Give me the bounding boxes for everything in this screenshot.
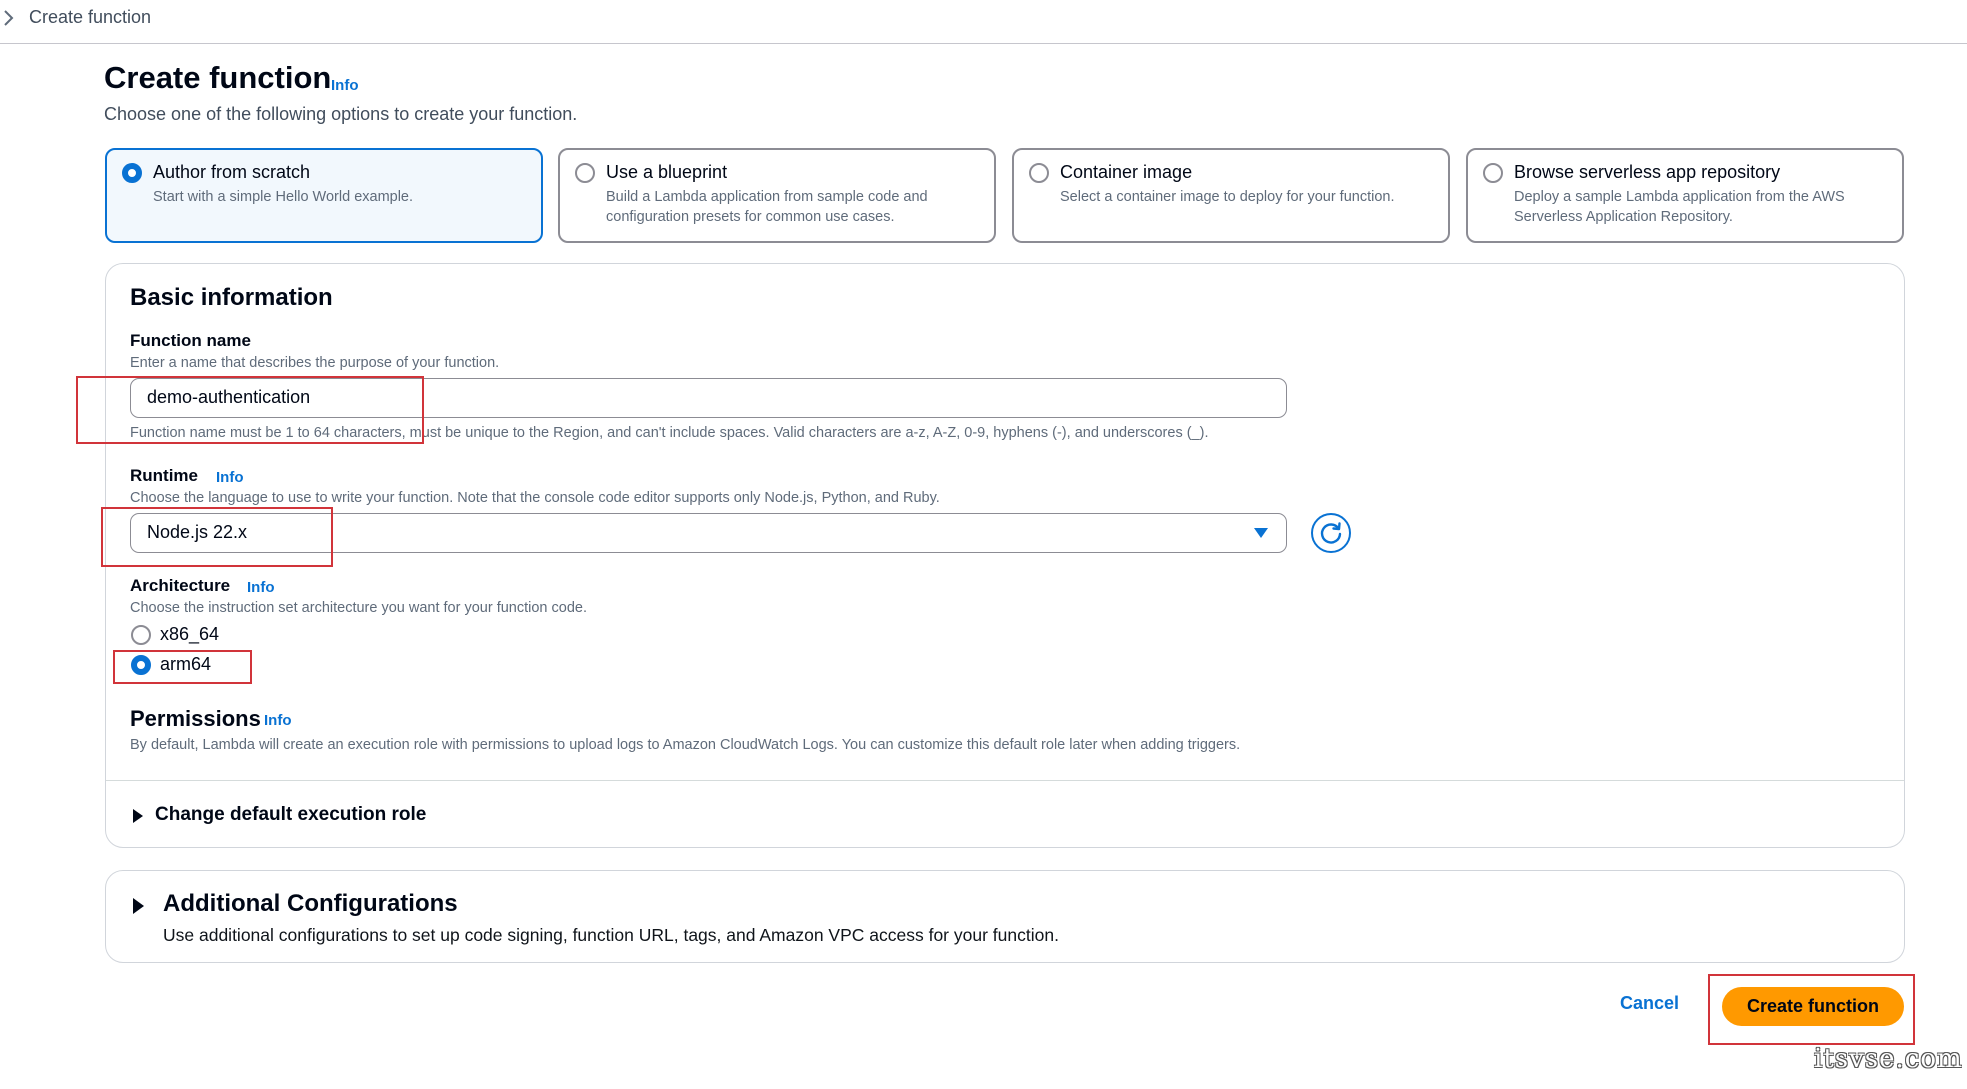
additional-configurations-description: Use additional configurations to set up …	[163, 925, 1059, 945]
architecture-description: Choose the instruction set architecture …	[130, 600, 587, 616]
caret-down-icon	[1254, 528, 1268, 538]
option-description: Select a container image to deploy for y…	[1060, 189, 1395, 205]
function-name-description: Enter a name that describes the purpose …	[130, 355, 500, 371]
divider	[106, 780, 1904, 781]
function-name-label: Function name	[130, 331, 251, 350]
option-use-blueprint[interactable]: Use a blueprint Build a Lambda applicati…	[558, 148, 996, 243]
additional-configurations-title: Additional Configurations	[163, 890, 458, 917]
breadcrumb-current: Create function	[29, 7, 152, 27]
annotation-box-runtime	[101, 507, 333, 567]
option-radio[interactable]	[575, 163, 595, 183]
runtime-label: Runtime	[130, 466, 198, 485]
page-title: Create function	[104, 60, 332, 95]
refresh-runtime-button[interactable]	[1311, 513, 1351, 553]
architecture-info-link[interactable]: Info	[247, 579, 275, 596]
caret-right-icon	[133, 809, 143, 823]
chevron-right-icon[interactable]	[2, 9, 16, 27]
option-title: Author from scratch	[153, 162, 311, 182]
watermark: itsvse.com	[1814, 1044, 1963, 1074]
option-description: Deploy a sample Lambda application from …	[1514, 189, 1845, 225]
option-description: Build a Lambda application from sample c…	[606, 189, 928, 225]
permissions-label: Permissions	[130, 706, 261, 731]
architecture-option-x86[interactable]: x86_64	[131, 624, 331, 648]
option-radio[interactable]	[1483, 163, 1503, 183]
option-title: Use a blueprint	[606, 162, 728, 182]
annotation-box-function-name	[76, 376, 424, 444]
option-title: Browse serverless app repository	[1514, 162, 1781, 182]
change-execution-role-expander[interactable]: Change default execution role	[133, 803, 493, 829]
option-title: Container image	[1060, 162, 1193, 182]
basic-information-panel	[105, 263, 1905, 848]
permissions-description: By default, Lambda will create an execut…	[130, 737, 1241, 753]
expander-label: Change default execution role	[155, 804, 427, 825]
option-container-image[interactable]: Container image Select a container image…	[1012, 148, 1450, 243]
option-description: Start with a simple Hello World example.	[153, 189, 414, 205]
annotation-box-create-button	[1708, 974, 1915, 1045]
architecture-label: Architecture	[130, 576, 231, 595]
additional-configurations-expander[interactable]: Additional Configurations	[133, 890, 493, 922]
radio-button[interactable]	[131, 625, 151, 645]
runtime-info-link[interactable]: Info	[216, 469, 244, 486]
breadcrumb-bar	[0, 0, 1967, 44]
cancel-button[interactable]: Cancel	[1620, 993, 1679, 1014]
option-serverless-repo[interactable]: Browse serverless app repository Deploy …	[1466, 148, 1904, 243]
refresh-icon	[1320, 522, 1342, 544]
page-info-link[interactable]: Info	[331, 77, 359, 94]
annotation-box-architecture	[113, 650, 252, 684]
caret-right-icon	[133, 898, 144, 914]
radio-label: x86_64	[160, 624, 220, 644]
option-author-from-scratch[interactable]: Author from scratch Start with a simple …	[105, 148, 543, 243]
runtime-description: Choose the language to use to write your…	[130, 490, 940, 506]
permissions-info-link[interactable]: Info	[264, 712, 292, 729]
page-subtitle: Choose one of the following options to c…	[104, 104, 578, 124]
option-radio[interactable]	[1029, 163, 1049, 183]
option-radio[interactable]	[122, 163, 142, 183]
basic-information-title: Basic information	[130, 284, 333, 311]
